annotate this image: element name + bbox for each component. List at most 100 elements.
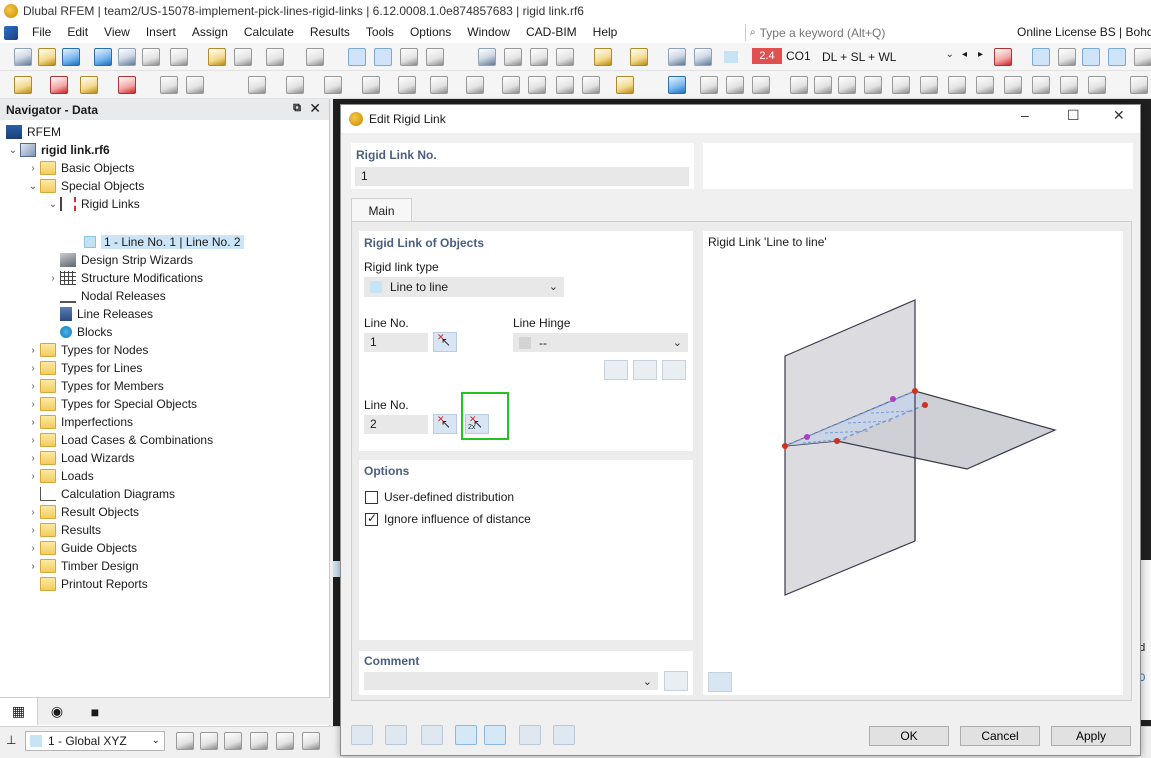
copy-icon[interactable]	[519, 725, 541, 745]
chevron-right-icon[interactable]: ›	[26, 345, 40, 356]
keyword-search-input[interactable]	[759, 25, 980, 40]
undo-icon[interactable]	[266, 48, 284, 66]
clipboard-icon[interactable]	[426, 48, 444, 66]
comment-select[interactable]: ⌄	[364, 672, 658, 690]
result-values-icon[interactable]	[1058, 48, 1076, 66]
tree-item-guide-objects[interactable]: › Guide Objects	[26, 539, 137, 557]
menu-tools[interactable]: Tools	[358, 22, 402, 43]
view-x-icon[interactable]	[700, 76, 718, 94]
tree-item-imperfections[interactable]: › Imperfections	[26, 413, 133, 431]
render-icon[interactable]	[814, 76, 832, 94]
pick-icon[interactable]	[594, 48, 612, 66]
apply-button[interactable]: Apply	[1051, 726, 1131, 746]
show-results-icon[interactable]	[1032, 48, 1050, 66]
mirror-icon[interactable]	[362, 76, 380, 94]
chevron-right-icon[interactable]: ›	[26, 381, 40, 392]
menu-assign[interactable]: Assign	[184, 22, 236, 43]
chevron-right-icon[interactable]: ›	[26, 417, 40, 428]
tree-item-types-for-lines[interactable]: › Types for Lines	[26, 359, 142, 377]
line-icon[interactable]	[50, 76, 68, 94]
report-icon[interactable]	[504, 48, 522, 66]
tree-item-types-for-special-objects[interactable]: › Types for Special Objects	[26, 395, 197, 413]
close-icon[interactable]: ✕	[309, 100, 321, 117]
chevron-right-icon[interactable]: ›	[26, 453, 40, 464]
chevron-down-icon[interactable]: ⌄	[26, 181, 40, 192]
function-icon[interactable]	[553, 725, 575, 745]
web-service-icon[interactable]	[94, 48, 112, 66]
pick-line2-button[interactable]: ✕ ↖	[433, 414, 457, 434]
menu-app-icon[interactable]	[4, 25, 18, 40]
solid-icon[interactable]	[864, 76, 882, 94]
measure-icon[interactable]	[466, 76, 484, 94]
member-icon[interactable]	[80, 76, 98, 94]
chevron-right-icon[interactable]: ›	[26, 363, 40, 374]
export-sc-icon[interactable]	[478, 48, 496, 66]
menu-results[interactable]: Results	[302, 22, 358, 43]
move-icon[interactable]	[248, 76, 266, 94]
annotations-icon[interactable]	[1060, 76, 1078, 94]
result-labels-icon[interactable]	[1082, 48, 1100, 66]
clip-icon[interactable]	[976, 76, 994, 94]
zoom-all-icon[interactable]	[948, 76, 966, 94]
tab-main[interactable]: Main	[351, 198, 412, 222]
frame-icon[interactable]	[630, 48, 648, 66]
selection-icon[interactable]	[186, 76, 204, 94]
nav-tab-display-icon[interactable]: ◉	[38, 698, 76, 725]
target-icon[interactable]	[556, 48, 574, 66]
tree-item-basic-objects[interactable]: › Basic Objects	[26, 159, 134, 177]
tree-model[interactable]: ⌄ rigid link.rf6	[6, 141, 110, 159]
display-properties-icon[interactable]	[421, 725, 443, 745]
guide-line-icon[interactable]	[582, 76, 600, 94]
layers-icon[interactable]	[1004, 76, 1022, 94]
pick-hinge-button[interactable]	[662, 360, 686, 380]
open-folder-icon[interactable]	[38, 48, 56, 66]
rigid-link-name-panel[interactable]	[703, 143, 1133, 189]
load-icon[interactable]	[160, 76, 178, 94]
node-icon[interactable]	[14, 76, 32, 94]
tree-item-types-for-members[interactable]: › Types for Members	[26, 377, 164, 395]
tree-root[interactable]: RFEM	[6, 123, 61, 141]
menu-insert[interactable]: Insert	[138, 22, 184, 43]
coordinate-system-select[interactable]: 1 - Global XYZ ⌄	[25, 731, 165, 751]
tree-item-results[interactable]: › Results	[26, 521, 101, 539]
menu-file[interactable]: File	[24, 22, 59, 43]
tree-item-load-wizards[interactable]: › Load Wizards	[26, 449, 134, 467]
snap-grid-icon[interactable]	[176, 732, 194, 750]
split-icon[interactable]	[430, 76, 448, 94]
cube-icon[interactable]	[1130, 76, 1148, 94]
chevron-right-icon[interactable]: ›	[26, 525, 40, 536]
snap-node-icon[interactable]	[200, 732, 218, 750]
menu-help[interactable]: Help	[585, 22, 626, 43]
tree-item-printout-reports[interactable]: Printout Reports	[40, 575, 148, 593]
chevron-down-icon[interactable]: ⌄	[46, 199, 60, 210]
chevron-down-icon[interactable]: ⌄	[6, 145, 20, 156]
tree-item-timber-design[interactable]: › Timber Design	[26, 557, 139, 575]
menu-edit[interactable]: Edit	[59, 22, 96, 43]
menu-cad-bim[interactable]: CAD-BIM	[518, 22, 585, 43]
ok-button[interactable]: OK	[869, 726, 949, 746]
line-hinge-select[interactable]: -- ⌄	[513, 333, 688, 352]
minimize-icon[interactable]: –	[1021, 107, 1029, 123]
tree-item-design-strip-wizards[interactable]: Design Strip Wizards	[60, 251, 193, 269]
tree-item-result-objects[interactable]: › Result Objects	[26, 503, 139, 521]
edit-hinge-button[interactable]	[633, 360, 657, 380]
comment-library-button[interactable]	[664, 671, 688, 691]
table-grid-icon[interactable]	[374, 48, 392, 66]
close-icon[interactable]: ✕	[1113, 107, 1125, 124]
work-plane-icon[interactable]	[616, 76, 634, 94]
table-view-icon[interactable]	[348, 48, 366, 66]
tree-item-calculation-diagrams[interactable]: Calculation Diagrams	[40, 485, 175, 503]
result-display-icon[interactable]	[1108, 48, 1126, 66]
block-icon[interactable]	[398, 76, 416, 94]
menu-view[interactable]: View	[96, 22, 138, 43]
calculate-icon[interactable]	[668, 48, 686, 66]
tree-item-nodal-releases[interactable]: Nodal Releases	[60, 287, 166, 305]
previous-arrow-icon[interactable]: ◂	[962, 49, 967, 60]
dims-icon[interactable]	[1032, 76, 1050, 94]
chevron-right-icon[interactable]: ›	[26, 471, 40, 482]
coordinate-system-icon[interactable]: ⊥	[6, 733, 16, 747]
tree-item-line-releases[interactable]: Line Releases	[60, 305, 153, 323]
calculate-all-icon[interactable]	[694, 48, 712, 66]
document-icon[interactable]	[234, 48, 252, 66]
cloud-icon[interactable]	[62, 48, 80, 66]
